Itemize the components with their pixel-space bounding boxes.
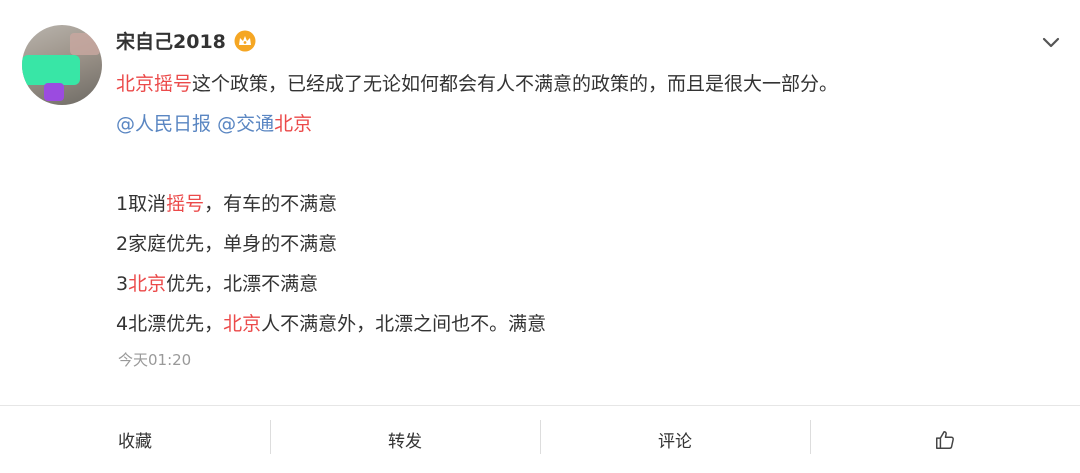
post-text: 这个政策，已经成了无论如何都会有人不满意的政策的，而且是很大一部分。 [192,73,839,95]
list-item-text: 1取消 [116,193,167,215]
favorite-button[interactable]: 收藏 [0,406,270,473]
action-bar: 收藏 转发 评论 [0,405,1080,473]
topic-link[interactable]: 北京摇号 [116,73,192,95]
mention-link[interactable]: @交通北京 [217,113,312,135]
repost-label: 转发 [388,432,422,452]
avatar-shape [44,83,64,101]
timestamp: 今天01:20 [118,351,192,369]
avatar-shape [70,33,100,55]
keyword-highlight[interactable]: 北京 [223,313,261,335]
username[interactable]: 宋自己2018 [116,27,226,54]
list-item-text: 人不满意外，北漂之间也不。满意 [261,313,547,335]
keyword-highlight[interactable]: 北京 [128,273,166,295]
username-row: 宋自己2018 [116,27,256,54]
repost-button[interactable]: 转发 [270,406,540,473]
comment-button[interactable]: 评论 [540,406,810,473]
list-item: 2家庭优先，单身的不满意 [116,224,838,264]
list-item-text: 优先，北漂不满意 [166,273,319,295]
list-item-text: ，有车的不满意 [204,193,338,215]
mention-link[interactable]: @人民日报 [116,113,211,135]
post-content: 北京摇号这个政策，已经成了无论如何都会有人不满意的政策的，而且是很大一部分。 @… [116,64,838,344]
list-item-text: 2家庭优先，单身的不满意 [116,233,338,255]
comment-label: 评论 [658,432,692,452]
list-item-text: 4北漂优先， [116,313,224,335]
list-item-text: 3 [116,273,129,295]
post-line: 北京摇号这个政策，已经成了无论如何都会有人不满意的政策的，而且是很大一部分。 [116,64,838,104]
crown-icon [234,30,256,51]
thumbs-up-icon [936,430,954,449]
avatar-shape [22,55,80,85]
favorite-label: 收藏 [118,432,152,452]
list-item: 1取消摇号，有车的不满意 [116,184,838,224]
avatar[interactable] [22,25,102,105]
list-item: 4北漂优先，北京人不满意外，北漂之间也不。满意 [116,304,838,344]
list-item: 3北京优先，北漂不满意 [116,264,838,304]
mentions-line: @人民日报 @交通北京 [116,104,838,144]
keyword-highlight: 北京 [274,113,313,135]
mention-text: @交通 [217,113,275,135]
keyword-highlight[interactable]: 摇号 [166,193,204,215]
like-button[interactable] [810,406,1080,473]
chevron-down-icon[interactable] [1040,31,1062,53]
